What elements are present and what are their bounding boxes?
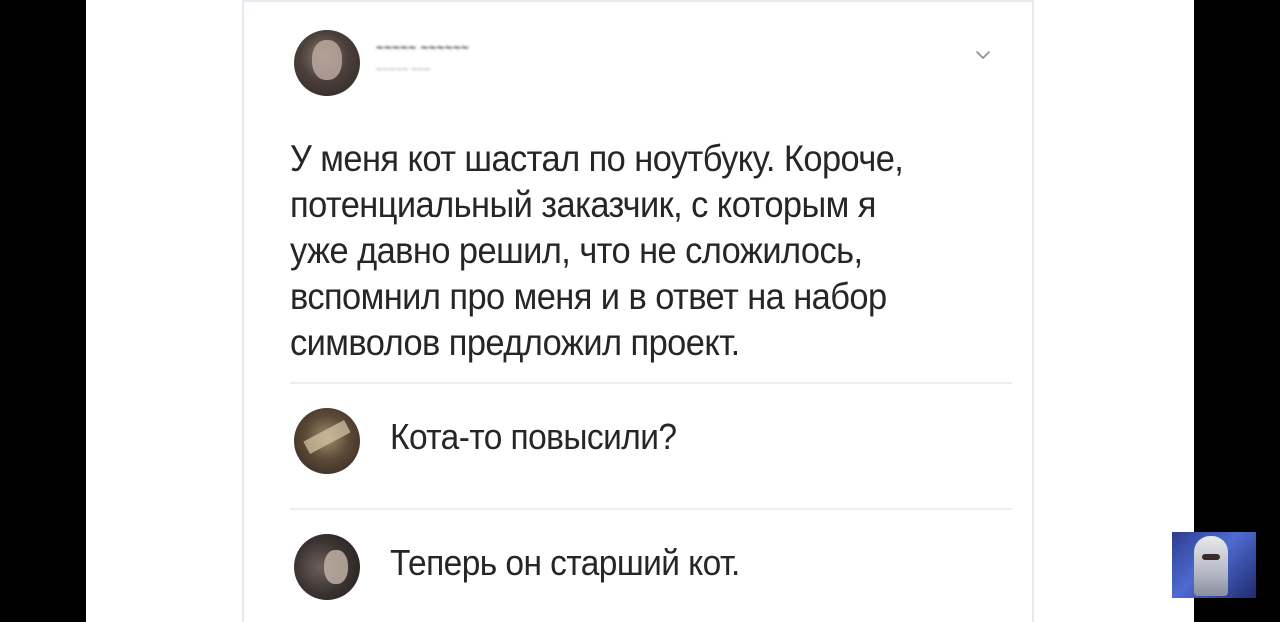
commenter-avatar[interactable] [294,408,360,474]
divider [290,508,1012,510]
commenter-avatar[interactable] [294,534,360,600]
post-text-line: символов предложил проект. [290,322,740,363]
channel-thumbnail[interactable] [1172,532,1256,598]
avatar-detail [303,420,351,454]
post-header: ~~~~~ ~~~~~~ ~~~~~ ~~~ [294,30,994,100]
post-text-line: потенциальный заказчик, с которым я [290,184,876,225]
comment-text: Кота-то повысили? [390,416,677,457]
avatar-face [312,40,342,80]
screen: ~~~~~ ~~~~~~ ~~~~~ ~~~ У меня кот шастал… [0,0,1280,622]
thumbnail-figure [1194,536,1228,596]
author-subline: ~~~~~ ~~~ [376,64,431,76]
post-text-line: вспомнил про меня и в ответ на набор [290,276,887,317]
comment-text: Теперь он старший кот. [390,542,740,583]
comment-item: Кота-то повысили? [294,408,994,488]
post-card: ~~~~~ ~~~~~~ ~~~~~ ~~~ У меня кот шастал… [242,0,1034,622]
thumbnail-detail [1202,554,1220,560]
avatar-face [324,550,348,584]
comment-item: Теперь он старший кот. [294,534,994,614]
post-text-line: уже давно решил, что не сложилось, [290,230,863,271]
screenshot-frame: ~~~~~ ~~~~~~ ~~~~~ ~~~ У меня кот шастал… [86,0,1194,622]
author-avatar[interactable] [294,30,360,96]
author-name[interactable]: ~~~~~ ~~~~~~ [376,40,469,55]
post-text-line: У меня кот шастал по ноутбуку. Короче, [290,138,904,179]
divider [290,382,1012,384]
chevron-down-icon[interactable] [972,44,994,66]
post-text: У меня кот шастал по ноутбуку. Короче, п… [290,136,941,366]
